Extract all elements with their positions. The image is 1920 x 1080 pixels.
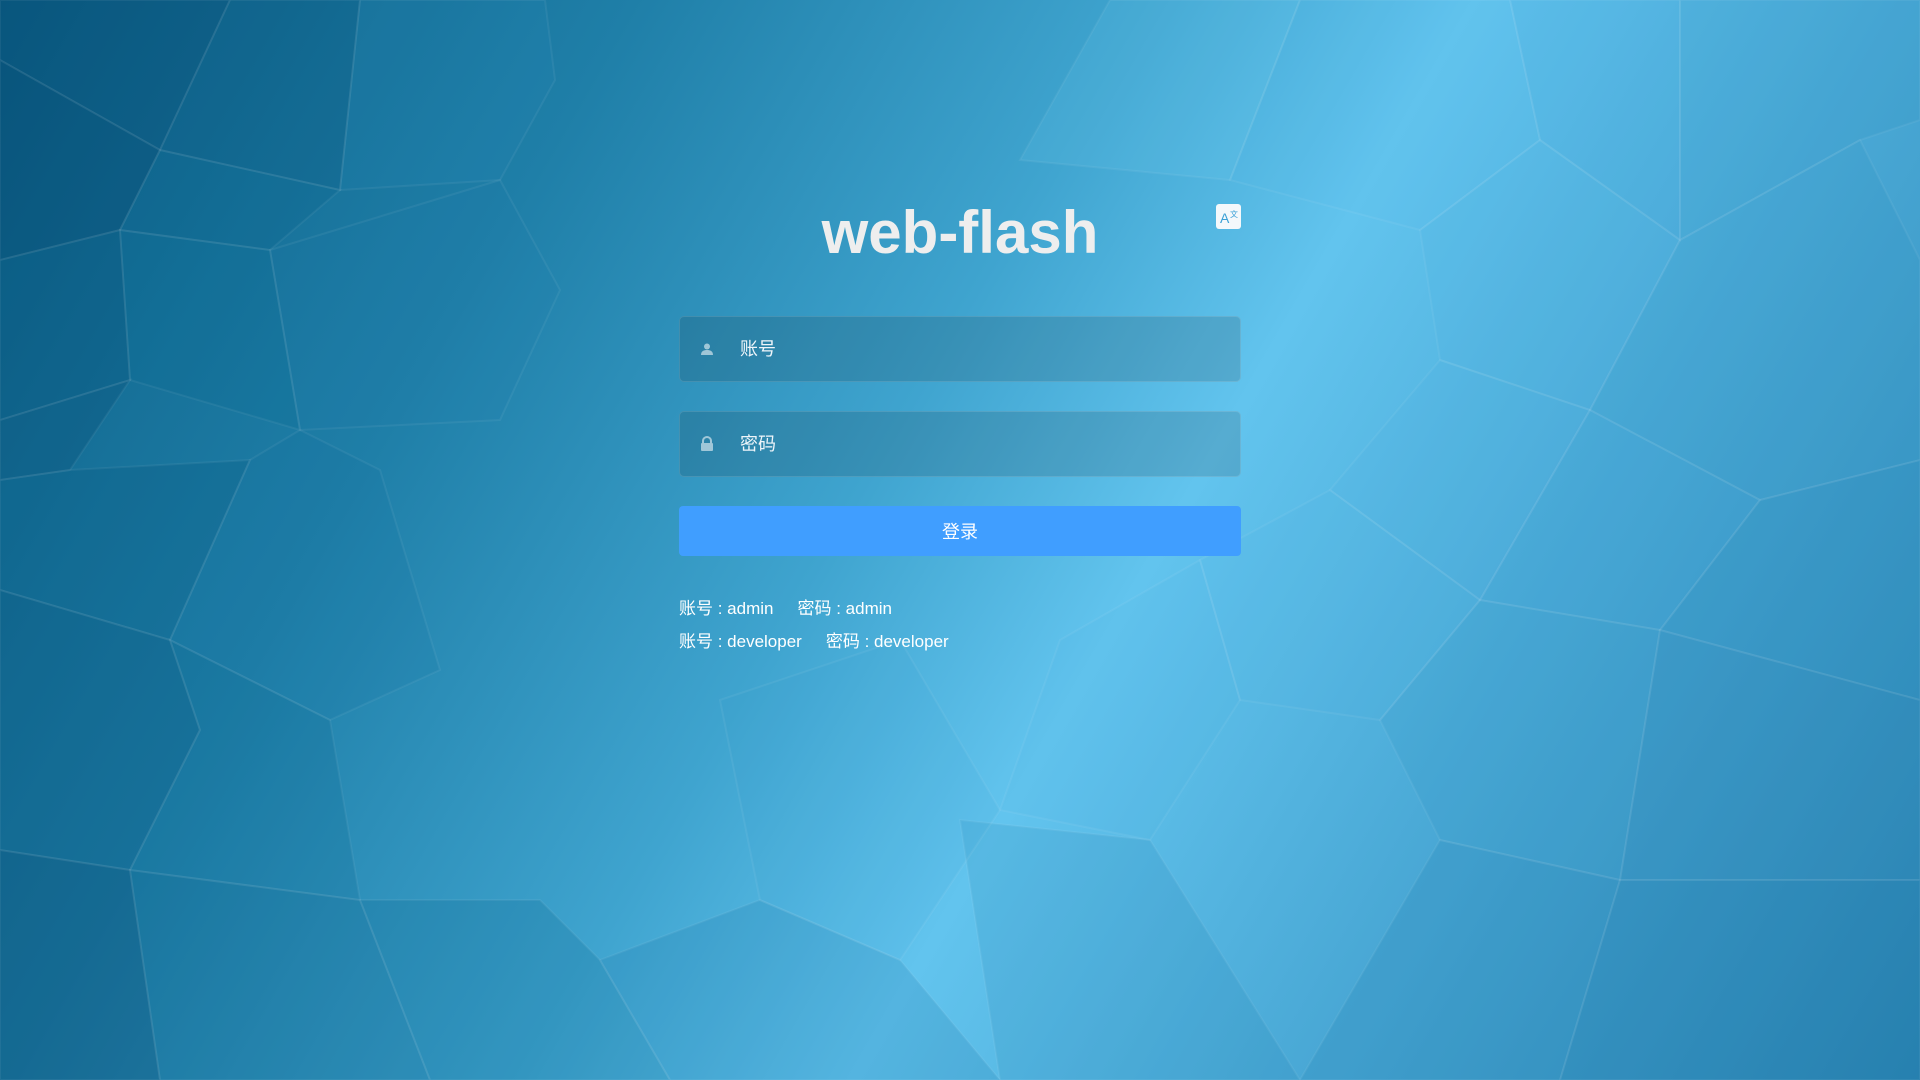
tip-row-developer: 账号 : developer 密码 : developer (679, 625, 949, 658)
login-form: web-flash A 文 登录 账号 : admin密码 : (679, 150, 1241, 651)
tip-row-admin: 账号 : admin 密码 : admin (679, 592, 949, 625)
tip-account: 账号 : developer (679, 632, 802, 651)
password-input[interactable] (722, 413, 1240, 475)
username-input[interactable] (722, 318, 1240, 380)
tip-password: 密码 : developer (825, 632, 949, 651)
svg-text:文: 文 (1230, 209, 1238, 219)
title-row: web-flash A 文 (679, 150, 1241, 270)
lock-icon (692, 436, 722, 452)
login-button[interactable]: 登录 (679, 506, 1241, 556)
password-field (679, 411, 1241, 477)
user-icon (692, 342, 722, 356)
account-tips: 账号 : admin 密码 : admin 账号 : developer 密码 : … (679, 592, 949, 658)
username-field (679, 316, 1241, 382)
tip-account: 账号 : admin (679, 599, 774, 618)
app-title: web-flash (821, 199, 1099, 266)
translate-icon[interactable]: A 文 (1216, 204, 1241, 229)
tip-password: 密码 : admin (797, 599, 892, 618)
svg-text:A: A (1220, 210, 1230, 226)
